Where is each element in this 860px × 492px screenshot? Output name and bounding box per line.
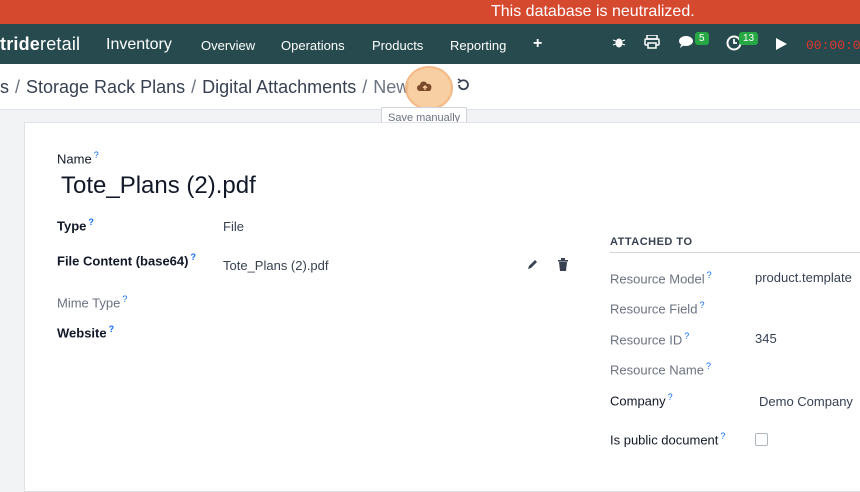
company-logo[interactable]: trideretail bbox=[0, 34, 80, 55]
help-mark: ? bbox=[706, 270, 712, 280]
menu-products[interactable]: Products bbox=[372, 38, 423, 53]
company-label: Company? bbox=[610, 392, 673, 409]
resource-id-field[interactable]: 345 bbox=[755, 331, 777, 346]
resource-model-label: Resource Model? bbox=[610, 270, 712, 287]
file-content-field[interactable]: Tote_Plans (2).pdf bbox=[223, 258, 329, 273]
breadcrumb-item-storage-rack-plans[interactable]: Storage Rack Plans bbox=[26, 77, 185, 97]
name-field[interactable]: Tote_Plans (2).pdf bbox=[61, 172, 256, 200]
name-label: Name? bbox=[57, 150, 99, 167]
add-menu-button[interactable]: + bbox=[533, 35, 542, 53]
attached-to-section-title: ATTACHED TO bbox=[610, 236, 860, 253]
help-mark: ? bbox=[190, 252, 196, 262]
cloud-upload-icon bbox=[415, 78, 435, 94]
type-label: Type? bbox=[57, 217, 94, 234]
neutralized-banner: This database is neutralized. bbox=[0, 0, 860, 24]
banner-text: This database is neutralized. bbox=[491, 3, 695, 20]
activities-badge: 13 bbox=[739, 32, 759, 45]
messages-icon[interactable] bbox=[678, 35, 696, 52]
resource-model-field[interactable]: product.template bbox=[755, 270, 852, 285]
menu-reporting[interactable]: Reporting bbox=[450, 38, 506, 53]
resource-name-label: Resource Name? bbox=[610, 361, 711, 378]
app-name[interactable]: Inventory bbox=[106, 36, 172, 54]
file-content-label: File Content (base64)? bbox=[57, 252, 196, 269]
breadcrumb-item-previous[interactable]: s bbox=[0, 77, 9, 97]
breadcrumb-item-current: New bbox=[373, 77, 410, 97]
company-field[interactable]: Demo Company bbox=[759, 394, 853, 409]
edit-pencil-icon[interactable] bbox=[526, 258, 539, 274]
help-mark: ? bbox=[108, 324, 115, 334]
public-document-checkbox[interactable] bbox=[755, 433, 768, 446]
help-mark: ? bbox=[122, 294, 128, 304]
help-mark: ? bbox=[93, 150, 99, 160]
bug-icon[interactable] bbox=[612, 35, 626, 52]
play-icon[interactable] bbox=[776, 37, 787, 53]
messages-badge: 5 bbox=[695, 32, 709, 45]
help-mark: ? bbox=[88, 217, 94, 227]
menu-overview[interactable]: Overview bbox=[201, 38, 255, 53]
resource-field-label: Resource Field? bbox=[610, 300, 705, 317]
help-mark: ? bbox=[684, 331, 690, 341]
help-mark: ? bbox=[667, 392, 673, 402]
help-mark: ? bbox=[699, 300, 705, 310]
print-icon[interactable] bbox=[644, 34, 660, 52]
discard-changes-icon[interactable] bbox=[456, 78, 470, 97]
timer-display: 00:00:00 bbox=[806, 38, 860, 53]
mime-type-label: Mime Type? bbox=[57, 294, 128, 311]
resource-id-label: Resource ID? bbox=[610, 331, 690, 348]
public-document-label: Is public document? bbox=[610, 431, 726, 448]
breadcrumb-item-digital-attachments[interactable]: Digital Attachments bbox=[202, 77, 356, 97]
menu-operations[interactable]: Operations bbox=[281, 38, 345, 53]
trash-icon[interactable] bbox=[557, 258, 569, 274]
help-mark: ? bbox=[720, 431, 726, 441]
type-field[interactable]: File bbox=[223, 219, 244, 234]
website-label: Website? bbox=[57, 324, 115, 341]
breadcrumb: s / Storage Rack Plans / Digital Attachments… bbox=[0, 77, 410, 97]
help-mark: ? bbox=[705, 361, 711, 371]
top-navbar: trideretail Inventory Overview Operation… bbox=[0, 24, 860, 64]
